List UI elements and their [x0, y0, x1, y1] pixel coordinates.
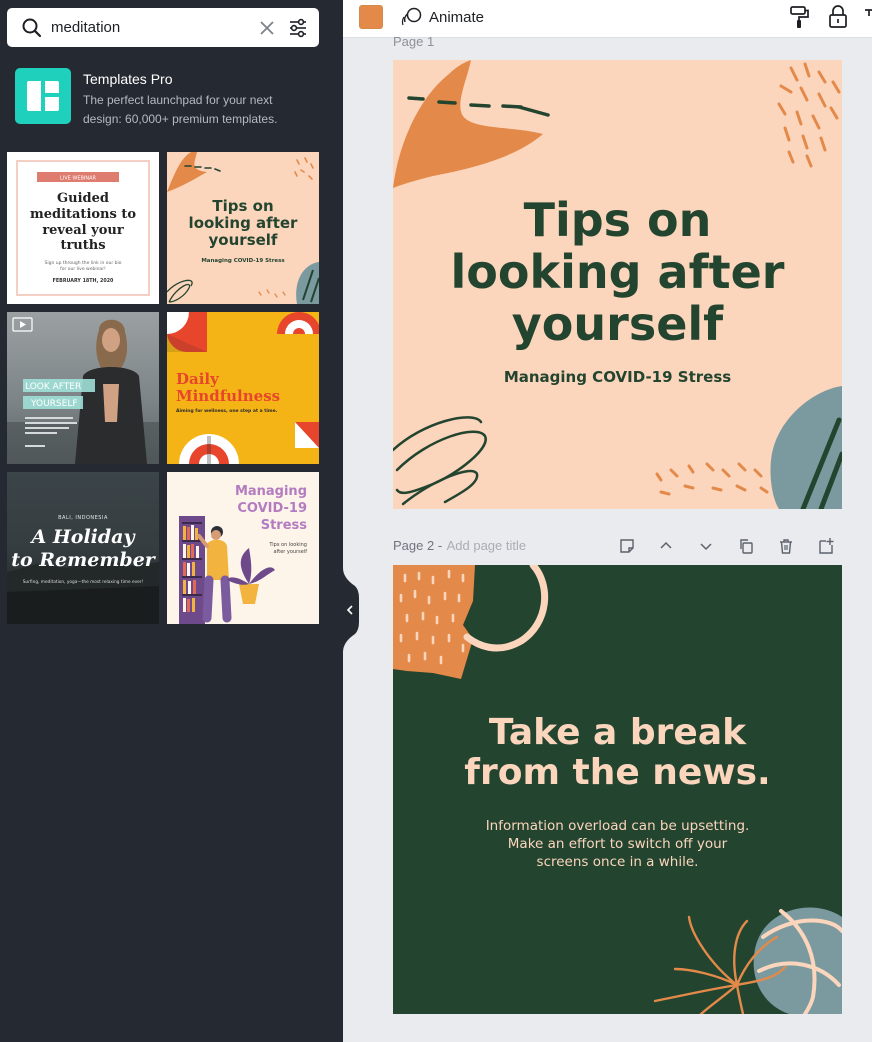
- design-page-2[interactable]: Take a break from the news. Information …: [393, 565, 842, 1014]
- thumb1-tag: LIVE WEBINAR: [60, 176, 97, 182]
- page-1-heading-line: Tips on: [523, 193, 712, 247]
- thumb3-title-line: LOOK AFTER: [25, 382, 81, 392]
- thumb4-title-line: Mindfulness: [176, 387, 280, 405]
- thumb1-body-line: for our live webinar!: [60, 266, 106, 272]
- add-page-icon[interactable]: [817, 537, 835, 555]
- template-thumbnail-tips-on-looking-after-yourself[interactable]: Tips on looking after yourself Managing …: [167, 152, 319, 304]
- page-2-body-line: Information overload can be upsetting.: [485, 818, 750, 834]
- animate-label: Animate: [429, 8, 485, 26]
- template-side-panel: Templates Pro The perfect launchpad for …: [0, 0, 359, 1042]
- thumb6-title-line: Managing: [235, 484, 307, 499]
- templates-pro-title: Templates Pro: [83, 71, 173, 87]
- lock-icon[interactable]: [827, 4, 849, 30]
- thumb3-title-line: YOURSELF: [30, 399, 78, 409]
- thumb5-title-line: to Remember: [11, 549, 157, 571]
- page-1-label: Page 1: [393, 34, 435, 49]
- page-1-heading[interactable]: Tips on looking after yourself: [393, 194, 842, 350]
- template-thumbnail-look-after-yourself[interactable]: LOOK AFTER YOURSELF: [7, 312, 159, 464]
- thumb2-title-line: looking after: [189, 214, 298, 232]
- search-icon: [22, 18, 42, 38]
- search-input[interactable]: [51, 8, 251, 47]
- animate-icon: [401, 7, 422, 26]
- thumb1-date: FEBRUARY 18TH, 2020: [53, 278, 114, 284]
- thumb4-subtitle: Aiming for wellness, one step at a time.: [176, 408, 278, 414]
- move-page-up-icon[interactable]: [657, 537, 675, 555]
- animate-button[interactable]: Animate: [401, 4, 484, 30]
- thumb5-tag: BALI, INDONESIA: [58, 515, 108, 521]
- page-2-heading-line: from the news.: [464, 752, 771, 793]
- move-page-down-icon[interactable]: [697, 537, 715, 555]
- page-2-label: Page 2 -: [393, 538, 443, 553]
- thumb2-title-line: Tips on: [212, 197, 273, 215]
- page-notes-icon[interactable]: [618, 537, 636, 555]
- thumb6-subtitle-line: Tips on looking: [268, 542, 307, 548]
- thumb1-title-line: Guided: [57, 191, 109, 206]
- templates-pro-logo: [15, 68, 71, 124]
- page-2-body[interactable]: Information overload can be upsetting. M…: [393, 817, 842, 871]
- thumb2-title-line: yourself: [209, 231, 278, 249]
- thumb4-title-line: Daily: [176, 370, 220, 388]
- page-1-heading-line: looking after: [450, 245, 785, 299]
- templates-pro-description: The perfect launchpad for your next desi…: [83, 93, 278, 126]
- thumb5-subtitle: Surfing, meditation, yoga—the most relax…: [23, 579, 144, 585]
- search-bar[interactable]: [7, 8, 319, 47]
- thumb6-title-line: Stress: [261, 518, 308, 533]
- filter-settings-icon[interactable]: [288, 18, 308, 38]
- template-thumbnail-daily-mindfulness[interactable]: Daily Mindfulness Aiming for wellness, o…: [167, 312, 319, 464]
- template-thumbnail-managing-covid-19-stress[interactable]: Managing COVID-19 Stress Tips on looking…: [167, 472, 319, 624]
- page-2-header: Page 2 - Add page title: [393, 537, 842, 557]
- page-2-body-line: Make an effort to switch off your: [507, 836, 728, 852]
- duplicate-page-icon[interactable]: [737, 537, 755, 555]
- page-1-subheading[interactable]: Managing COVID-19 Stress: [393, 368, 842, 386]
- thumb2-subtitle: Managing COVID-19 Stress: [201, 258, 285, 264]
- templates-pro-promo[interactable]: Templates Pro The perfect launchpad for …: [15, 66, 325, 128]
- thumb5-title-line: A Holiday: [29, 526, 136, 548]
- page-2-heading[interactable]: Take a break from the news.: [393, 713, 842, 793]
- thumb1-title-line: truths: [60, 238, 105, 253]
- color-swatch[interactable]: [359, 5, 383, 29]
- page-2-heading-line: Take a break: [488, 712, 747, 753]
- delete-page-icon[interactable]: [777, 537, 795, 555]
- thumb1-body-line: Sign up through the link in our bio: [45, 260, 122, 266]
- thumb1-title-line: reveal your: [42, 223, 124, 238]
- page-1-heading-line: yourself: [511, 297, 724, 351]
- thumb1-title-line: meditations to: [30, 207, 136, 222]
- more-options-icon[interactable]: [865, 4, 872, 30]
- collapse-panel-handle[interactable]: [343, 568, 359, 652]
- thumb6-subtitle-line: after yourself: [274, 549, 308, 555]
- paint-roller-icon[interactable]: [788, 5, 810, 29]
- template-thumbnail-guided-meditations[interactable]: LIVE WEBINAR Guided meditations to revea…: [7, 152, 159, 304]
- editor-toolbar: Animate: [343, 0, 872, 38]
- templates-pro-icon: [27, 81, 59, 111]
- clear-search-icon[interactable]: [259, 20, 275, 36]
- thumb6-title-line: COVID-19: [237, 501, 307, 516]
- page-2-body-line: screens once in a while.: [536, 854, 699, 870]
- template-thumbnail-a-holiday-to-remember[interactable]: BALI, INDONESIA A Holiday to Remember Su…: [7, 472, 159, 624]
- page-2-title-input[interactable]: Add page title: [447, 538, 527, 553]
- design-page-1[interactable]: Tips on looking after yourself Managing …: [393, 60, 842, 509]
